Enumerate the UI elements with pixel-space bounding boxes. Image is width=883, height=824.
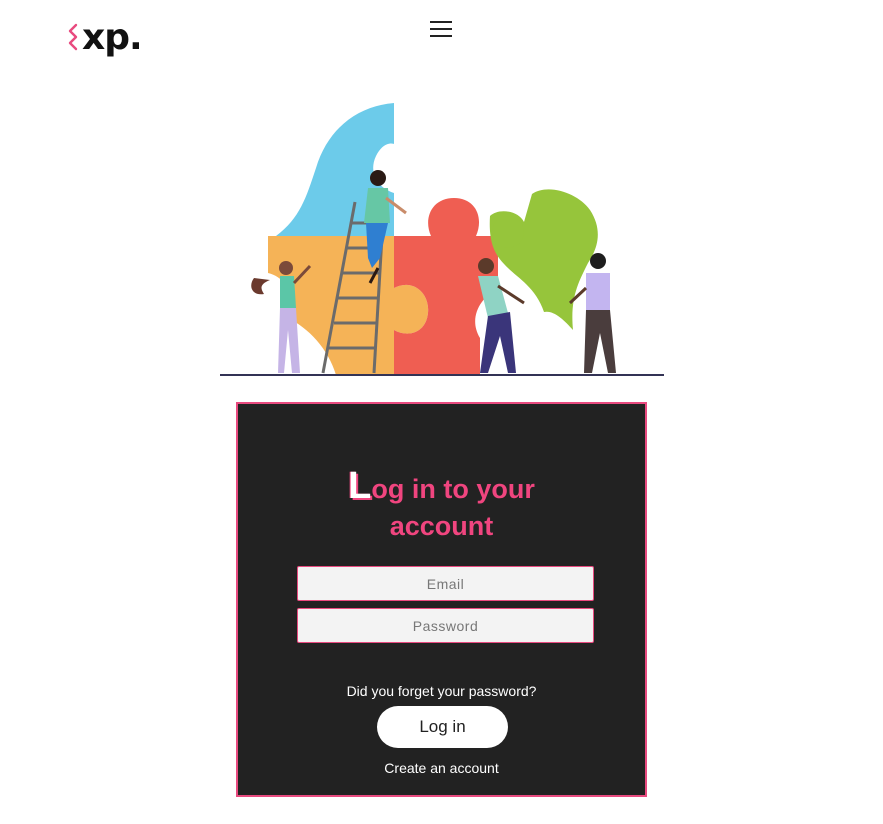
login-title: Log in to your account xyxy=(238,465,645,545)
create-account-link[interactable]: Create an account xyxy=(238,760,645,776)
brand-logo[interactable]: xp. xyxy=(66,16,143,60)
zigzag-logo-icon xyxy=(68,23,78,51)
title-line2: account xyxy=(389,511,494,541)
login-button[interactable]: Log in xyxy=(377,706,508,748)
title-line1: og in to your xyxy=(371,474,535,504)
menu-line xyxy=(430,28,452,30)
login-card: Log in to your account Did you forget yo… xyxy=(236,402,647,797)
forgot-password-link[interactable]: Did you forget your password? xyxy=(238,683,645,699)
team-puzzle-illustration xyxy=(220,103,664,376)
menu-line xyxy=(430,35,452,37)
password-field[interactable] xyxy=(297,608,594,643)
logo-text: xp. xyxy=(82,17,143,58)
menu-line xyxy=(430,21,452,23)
page: xp. Log in to your account Email Did you… xyxy=(0,0,883,824)
hamburger-menu-icon[interactable] xyxy=(430,19,454,39)
title-first-letter: L xyxy=(348,465,372,507)
email-field[interactable] xyxy=(297,566,594,601)
